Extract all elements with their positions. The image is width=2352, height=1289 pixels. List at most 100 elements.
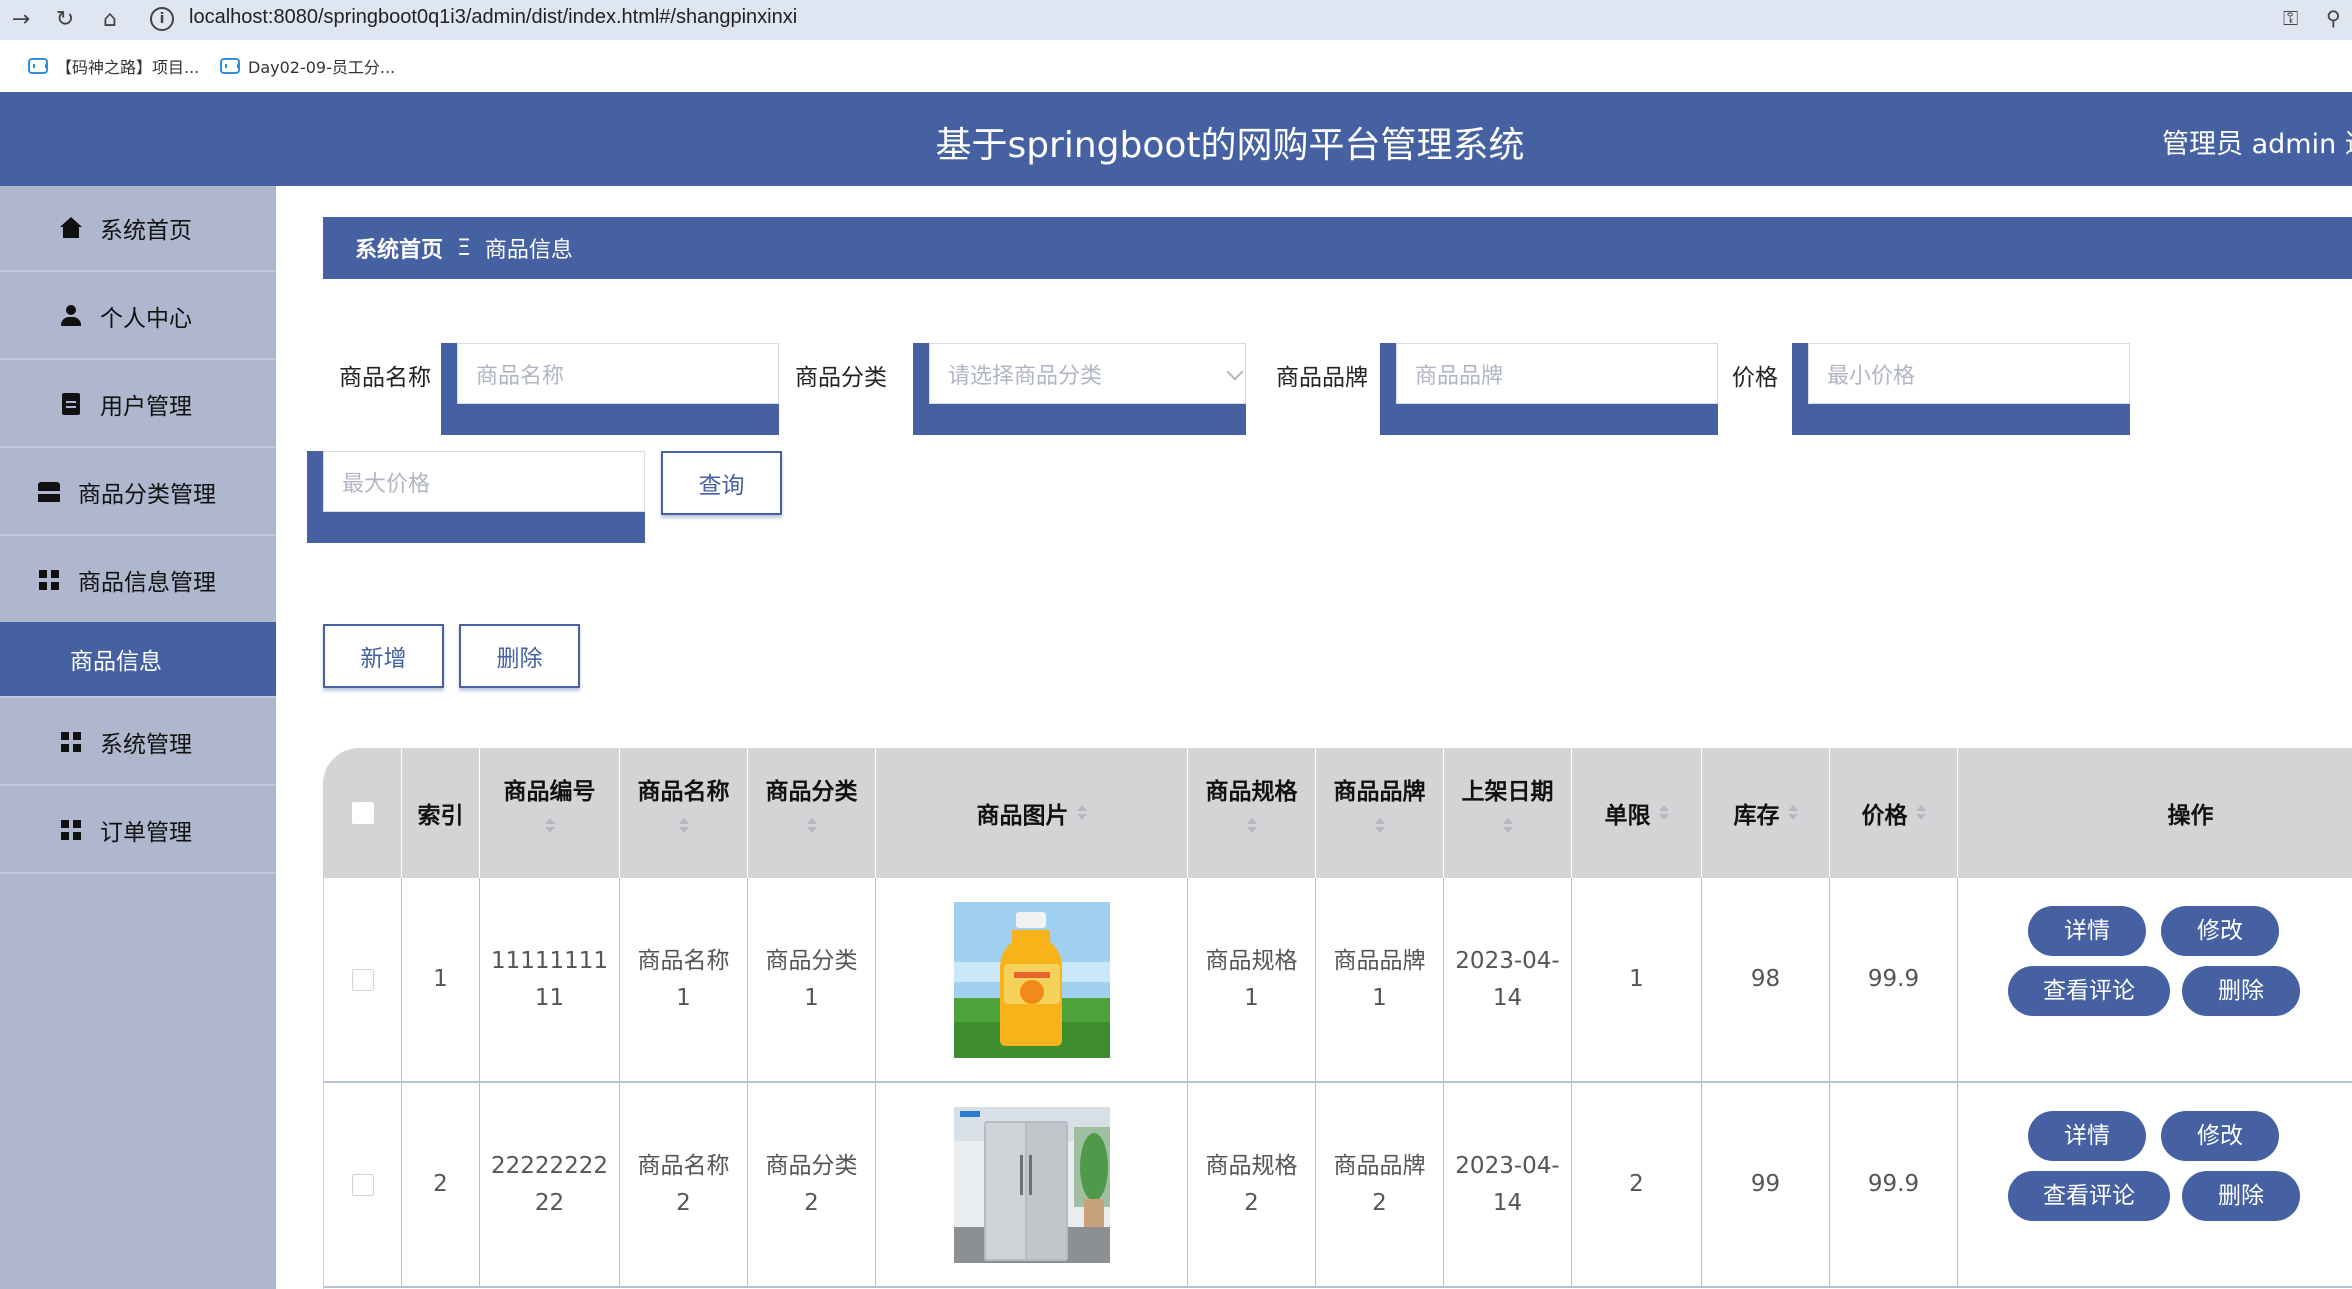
select-all-checkbox[interactable] (351, 802, 374, 824)
sort-icon[interactable] (678, 818, 689, 834)
cell-text: 1 (1244, 984, 1259, 1011)
cell-actions: 详情 修改 查看评论 删除 (1958, 1083, 2352, 1286)
header-label: 操作 (2167, 803, 2214, 829)
row-checkbox[interactable] (351, 968, 374, 991)
sidebar-item-category-management[interactable]: 商品分类管理 (0, 450, 276, 536)
col-date[interactable]: 上架日期 (1444, 748, 1572, 878)
sidebar-item-profile[interactable]: 个人中心 (0, 274, 276, 360)
header-label: 商品规格 (1205, 779, 1298, 805)
cell-text: 2 (676, 1189, 691, 1216)
min-price-input[interactable]: 最小价格 (1808, 343, 2130, 404)
mango-juice-bottle-image[interactable] (953, 901, 1110, 1058)
cell-brand: 商品品牌 1 (1316, 878, 1444, 1081)
sort-icon[interactable] (806, 818, 817, 834)
col-brand[interactable]: 商品品牌 (1316, 748, 1444, 878)
cell-text: 1 (1372, 984, 1387, 1011)
cell-text: 2 (804, 1189, 819, 1216)
brand-input[interactable]: 商品品牌 (1396, 343, 1718, 404)
sidebar-item-product-info[interactable]: 商品信息 (0, 622, 276, 698)
view-reviews-button[interactable]: 查看评论 (2008, 1171, 2170, 1221)
edit-button[interactable]: 修改 (2161, 1111, 2279, 1161)
query-button[interactable]: 查询 (661, 451, 782, 515)
sort-icon[interactable] (1787, 805, 1798, 821)
col-category[interactable]: 商品分类 (748, 748, 876, 878)
app-title: 基于springboot的网购平台管理系统 (935, 125, 1525, 166)
header-label: 单限 (1604, 803, 1651, 829)
view-reviews-button[interactable]: 查看评论 (2008, 966, 2170, 1016)
cell-category: 商品分类 1 (748, 878, 876, 1081)
forward-icon[interactable]: → (6, 4, 36, 34)
col-name[interactable]: 商品名称 (620, 748, 748, 878)
bilibili-icon (220, 58, 240, 74)
cell-limit: 2 (1572, 1083, 1702, 1286)
sort-icon[interactable] (1502, 818, 1513, 834)
cell-category: 商品分类 2 (748, 1083, 876, 1286)
bookmark-item[interactable]: Day02-09-员工分... (220, 54, 395, 78)
cell-image (876, 878, 1188, 1081)
user-icon (58, 303, 84, 329)
cell-text: 1 (804, 984, 819, 1011)
edit-button[interactable]: 修改 (2161, 906, 2279, 956)
breadcrumb-home[interactable]: 系统首页 (355, 232, 443, 264)
sidebar-item-home[interactable]: 系统首页 (0, 186, 276, 272)
password-key-icon[interactable]: ⚿ (2283, 6, 2298, 30)
detail-button[interactable]: 详情 (2028, 906, 2146, 956)
row-checkbox[interactable] (351, 1173, 374, 1196)
product-name-input[interactable]: 商品名称 (457, 343, 779, 404)
site-info-icon[interactable]: i (150, 7, 174, 31)
max-price-input[interactable]: 最大价格 (323, 451, 645, 512)
col-stock[interactable]: 库存 (1702, 748, 1830, 878)
cell-date: 2023-04- 14 (1444, 1083, 1572, 1286)
sidebar-item-label: 订单管理 (100, 820, 192, 846)
delete-row-button[interactable]: 删除 (2182, 966, 2300, 1016)
grid-icon (58, 817, 84, 843)
breadcrumb-current: 商品信息 (484, 238, 573, 263)
batch-delete-button[interactable]: 删除 (459, 624, 580, 688)
category-select-placeholder: 请选择商品分类 (948, 363, 1103, 389)
sort-icon[interactable] (1076, 805, 1087, 821)
sort-icon[interactable] (1915, 805, 1926, 821)
sort-icon[interactable] (544, 818, 555, 834)
sidebar-item-label: 系统管理 (100, 732, 192, 758)
store-icon (36, 479, 62, 505)
cell-text: 22222222 (490, 1152, 609, 1179)
add-button[interactable]: 新增 (323, 624, 444, 688)
cell-text: 11 (534, 984, 565, 1011)
delete-row-button[interactable]: 删除 (2182, 1171, 2300, 1221)
sidebar-item-system[interactable]: 系统管理 (0, 700, 276, 786)
cell-text: 商品规格 (1205, 947, 1298, 974)
bookmark-item[interactable]: 【码神之路】项目... (28, 54, 199, 78)
header-label: 上架日期 (1461, 779, 1554, 805)
sidebar-item-product-management[interactable]: 商品信息管理 (0, 538, 276, 624)
sidebar-item-label: 个人中心 (100, 306, 192, 332)
col-spec[interactable]: 商品规格 (1188, 748, 1316, 878)
cell-image (876, 1083, 1188, 1286)
cell-text: 商品名称 (637, 947, 730, 974)
zoom-icon[interactable]: ⚲ (2326, 6, 2341, 30)
col-limit[interactable]: 单限 (1572, 748, 1702, 878)
col-price[interactable]: 价格 (1830, 748, 1958, 878)
sort-icon[interactable] (1246, 818, 1257, 834)
sidebar-item-label: 商品信息 (70, 649, 162, 675)
url-field[interactable]: localhost:8080/springboot0q1i3/admin/dis… (189, 6, 797, 29)
col-image[interactable]: 商品图片 (876, 748, 1188, 878)
sidebar-item-users[interactable]: 用户管理 (0, 362, 276, 448)
header-label: 商品图片 (976, 803, 1069, 829)
cell-text: 2023-04- (1455, 947, 1560, 974)
row-select-cell (324, 878, 402, 1081)
sort-icon[interactable] (1374, 818, 1385, 834)
refrigerator-image[interactable] (953, 1106, 1110, 1263)
col-code[interactable]: 商品编号 (480, 748, 620, 878)
home-browser-icon[interactable]: ⌂ (95, 4, 125, 34)
sidebar-item-label: 系统首页 (100, 218, 192, 244)
detail-button[interactable]: 详情 (2028, 1111, 2146, 1161)
bookmark-label: 【码神之路】项目... (56, 58, 200, 77)
cell-text: 商品名称 (637, 1152, 730, 1179)
sidebar-item-orders[interactable]: 订单管理 (0, 788, 276, 874)
cell-index: 2 (402, 1083, 480, 1286)
category-select[interactable]: 请选择商品分类 (929, 343, 1246, 404)
reload-icon[interactable]: ↻ (50, 4, 80, 34)
sort-icon[interactable] (1658, 805, 1669, 821)
user-info[interactable]: 管理员 admin 退 (2162, 122, 2352, 161)
cell-text: 14 (1492, 984, 1523, 1011)
